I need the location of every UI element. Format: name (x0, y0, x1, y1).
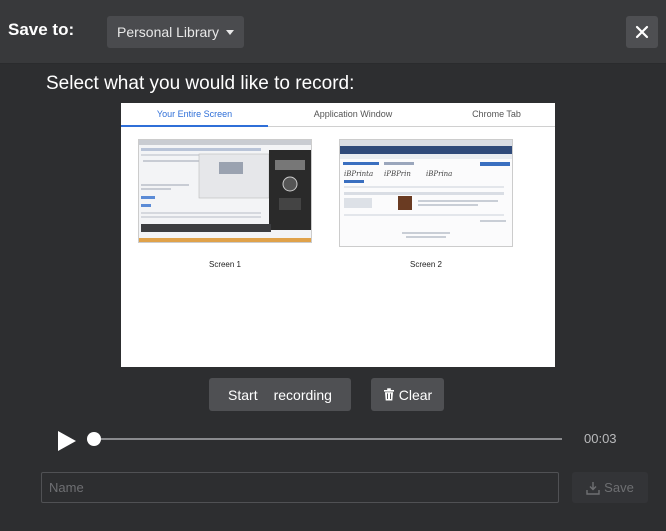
recording-label: recording (273, 386, 332, 403)
library-dropdown-value: Personal Library (117, 24, 219, 40)
screen-picker: Your Entire Screen Application Window Ch… (121, 103, 555, 367)
screen-1-preview (139, 140, 311, 242)
record-prompt: Select what you would like to record: (46, 73, 355, 94)
clear-button[interactable]: Clear (371, 378, 444, 411)
play-icon[interactable] (58, 431, 76, 451)
seek-track[interactable] (94, 438, 562, 440)
screen-2-label: Screen 2 (409, 260, 443, 269)
save-label: Save (604, 480, 634, 495)
screen-2-thumbnail[interactable]: iBPrinta iPBPrin iBPrina (339, 139, 513, 247)
tab-application-window[interactable]: Application Window (268, 109, 438, 119)
active-tab-indicator (121, 125, 268, 127)
save-button[interactable]: Save (572, 472, 648, 503)
caret-down-icon (225, 29, 234, 35)
screen-1-label: Screen 1 (208, 260, 242, 269)
close-icon (635, 25, 649, 39)
tab-chrome-tab[interactable]: Chrome Tab (438, 109, 555, 119)
tab-entire-screen[interactable]: Your Entire Screen (121, 109, 268, 119)
start-recording-button[interactable]: Start recording (209, 378, 351, 411)
seek-handle[interactable] (87, 432, 101, 446)
svg-text:iBPrinta: iBPrinta (344, 170, 373, 178)
name-input[interactable] (41, 472, 559, 503)
svg-text:iPBPrin: iPBPrin (384, 170, 411, 178)
svg-text:iBPrina: iBPrina (426, 170, 452, 178)
save-to-label: Save to: (8, 20, 75, 39)
close-button[interactable] (626, 16, 658, 48)
time-readout: 00:03 (584, 431, 617, 446)
trash-icon (383, 388, 394, 401)
screen-2-preview: iBPrinta iPBPrin iBPrina (340, 140, 512, 246)
library-dropdown[interactable]: Personal Library (107, 16, 244, 48)
screen-1-thumbnail[interactable] (138, 139, 312, 243)
picker-tabs: Your Entire Screen Application Window Ch… (121, 103, 555, 127)
start-label: Start (228, 386, 258, 403)
download-icon (586, 481, 600, 495)
header-bar: Save to: Personal Library (0, 0, 666, 64)
clear-label: Clear (398, 386, 433, 403)
